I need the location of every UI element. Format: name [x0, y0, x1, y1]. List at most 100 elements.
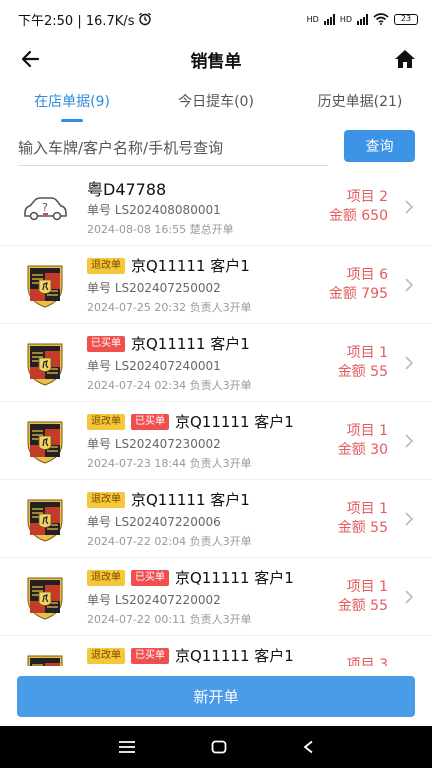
- order-header: 已买单 京Q11111 客户1: [87, 333, 250, 354]
- plate-number: 京Q11111 客户1: [131, 335, 250, 353]
- tag-bought: 已买单: [131, 569, 169, 586]
- plate-number: 京Q11111 客户1: [131, 491, 250, 509]
- order-amount: 金额 55: [337, 598, 388, 614]
- order-amount: 金额 30: [337, 442, 388, 458]
- tag-return: 退改单: [87, 569, 125, 586]
- svg-text:?: ?: [42, 201, 48, 214]
- network-label-2: HD: [339, 14, 352, 24]
- chevron-right-icon: [405, 512, 414, 526]
- signal-icon-2: [357, 13, 368, 25]
- plate-number: 粤D47788: [87, 180, 167, 199]
- car-unknown-icon: ?: [24, 197, 67, 221]
- order-stats: 项目 6 金额 795: [329, 266, 388, 304]
- status-left: 下午2:50 | 16.7K/s: [18, 10, 152, 29]
- alarm-clock-icon: [139, 12, 152, 26]
- item-count: 项目 1: [346, 579, 388, 595]
- new-order-button[interactable]: 新开单: [17, 676, 415, 717]
- order-stats: 项目 1 金额 30: [338, 422, 388, 460]
- chevron-right-icon: [405, 434, 414, 448]
- tab-in-store[interactable]: 在店单据(9): [0, 84, 144, 122]
- order-row[interactable]: ? 粤D47788 单号 LS202408080001 2024-08-08 1…: [0, 168, 432, 246]
- order-row[interactable]: 已买单 京Q11111 客户1 单号 LS202407240001 2024-0…: [0, 324, 432, 402]
- battery-icon: 23: [394, 13, 418, 25]
- order-list[interactable]: ? 粤D47788 单号 LS202408080001 2024-08-08 1…: [0, 168, 432, 666]
- order-row[interactable]: 退改单 京Q11111 客户1 单号 LS202407220006 2024-0…: [0, 480, 432, 558]
- tag-bought: 已买单: [131, 647, 169, 664]
- chevron-right-icon: [405, 590, 414, 604]
- tab-history[interactable]: 历史单据(21): [288, 84, 432, 122]
- item-count: 项目 3: [346, 657, 388, 666]
- search-input[interactable]: [18, 130, 328, 166]
- porsche-logo: [27, 265, 63, 308]
- order-stats: 项目 1 金额 55: [338, 344, 388, 382]
- tab-today-pickup[interactable]: 今日提车(0): [144, 84, 288, 122]
- order-header: 退改单 京Q11111 客户1: [87, 489, 250, 510]
- order-date: 2024-07-24 02:34 负责人3开单: [87, 379, 252, 392]
- order-stats: 项目 1 金额 55: [338, 578, 388, 616]
- porsche-logo: [27, 577, 63, 620]
- order-date: 2024-07-22 00:11 负责人3开单: [87, 613, 252, 626]
- status-bar: 下午2:50 | 16.7K/s HD HD 23: [0, 0, 432, 38]
- order-stats: 项目 3: [347, 656, 388, 666]
- order-header: 退改单 已买单 京Q11111 客户1: [87, 645, 294, 666]
- tag-return: 退改单: [87, 413, 125, 430]
- item-count: 项目 1: [346, 501, 388, 517]
- item-count: 项目 1: [346, 423, 388, 439]
- item-count: 项目 2: [346, 189, 388, 205]
- square-home-icon[interactable]: [211, 740, 227, 754]
- order-row[interactable]: 退改单 已买单 京Q11111 客户1 项目 3: [0, 636, 432, 666]
- nav-bar: 销售单: [0, 38, 432, 80]
- order-row[interactable]: 退改单 京Q11111 客户1 单号 LS202407250002 2024-0…: [0, 246, 432, 324]
- tag-return: 退改单: [87, 491, 125, 508]
- back-triangle-icon[interactable]: [302, 740, 314, 754]
- network-label-1: HD: [306, 14, 319, 24]
- order-header: 粤D47788: [87, 176, 166, 200]
- order-number: 单号 LS202407220006: [87, 515, 221, 529]
- order-header: 退改单 已买单 京Q11111 客户1: [87, 567, 294, 588]
- menu-icon[interactable]: [118, 740, 136, 754]
- tag-bought: 已买单: [87, 335, 125, 352]
- search-row: 查询: [0, 128, 432, 168]
- signal-icon: [323, 13, 335, 25]
- order-header: 退改单 京Q11111 客户1: [87, 255, 250, 276]
- search-button[interactable]: 查询: [344, 130, 415, 162]
- tag-bought: 已买单: [131, 413, 169, 430]
- plate-number: 京Q11111 客户1: [175, 413, 294, 431]
- plate-number: 京Q11111 客户1: [131, 257, 250, 275]
- order-date: 2024-07-23 18:44 负责人3开单: [87, 457, 252, 470]
- item-count: 项目 1: [346, 345, 388, 361]
- order-number: 单号 LS202407230002: [87, 437, 221, 451]
- order-header: 退改单 已买单 京Q11111 客户1: [87, 411, 294, 432]
- plate-number: 京Q11111 客户1: [175, 569, 294, 587]
- arrow-left-icon[interactable]: [18, 47, 44, 71]
- chevron-right-icon: [405, 356, 414, 370]
- chevron-right-icon: [405, 278, 414, 292]
- porsche-logo: [27, 499, 63, 542]
- order-date: 2024-07-22 02:04 负责人3开单: [87, 535, 252, 548]
- porsche-logo: [27, 421, 63, 464]
- chevron-right-icon: [405, 200, 414, 214]
- order-date: 2024-08-08 16:55 楚总开单: [87, 223, 234, 236]
- wifi-icon: [373, 13, 389, 25]
- order-row[interactable]: 退改单 已买单 京Q11111 客户1 单号 LS202407220002 20…: [0, 558, 432, 636]
- order-amount: 金额 55: [337, 520, 388, 536]
- home-icon[interactable]: [392, 47, 418, 71]
- order-number: 单号 LS202407220002: [87, 593, 221, 607]
- tag-return: 退改单: [87, 257, 125, 274]
- status-right: HD HD 23: [307, 13, 418, 25]
- order-stats: 项目 2 金额 650: [329, 188, 388, 226]
- item-count: 项目 6: [346, 267, 388, 283]
- order-stats: 项目 1 金额 55: [338, 500, 388, 538]
- order-amount: 金额 650: [328, 208, 388, 224]
- plate-number: 京Q11111 客户1: [175, 647, 294, 665]
- system-nav-bar: [0, 726, 432, 768]
- order-row[interactable]: 退改单 已买单 京Q11111 客户1 单号 LS202407230002 20…: [0, 402, 432, 480]
- porsche-logo: [27, 343, 63, 386]
- order-date: 2024-07-25 20:32 负责人3开单: [87, 301, 252, 314]
- tag-return: 退改单: [87, 647, 125, 664]
- porsche-logo: [27, 655, 63, 666]
- order-amount: 金额 795: [328, 286, 388, 302]
- order-number: 单号 LS202407240001: [87, 359, 221, 373]
- status-time: 下午2:50 | 16.7K/s: [18, 13, 135, 29]
- order-number: 单号 LS202407250002: [87, 281, 221, 295]
